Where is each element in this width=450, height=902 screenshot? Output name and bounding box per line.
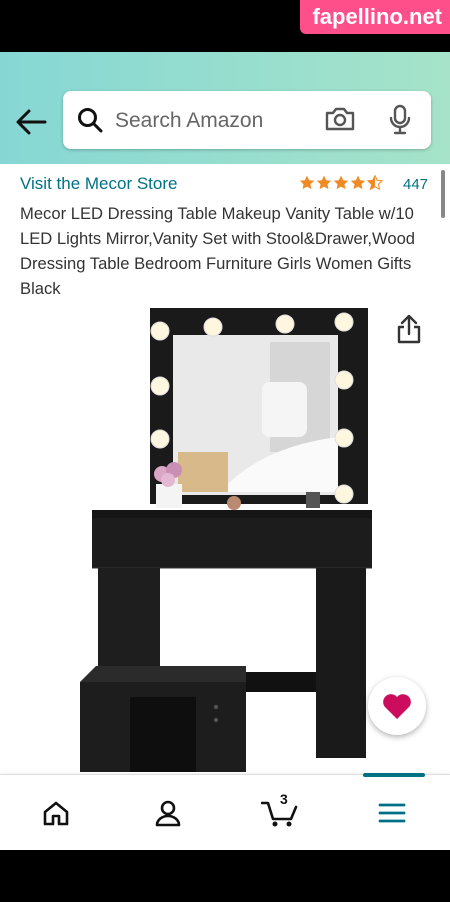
- rating-stars[interactable]: [299, 175, 383, 190]
- star-icon: [299, 175, 315, 190]
- drawer: [92, 518, 372, 568]
- star-icon: [333, 175, 349, 190]
- share-icon[interactable]: [396, 314, 422, 344]
- product-title: Mecor LED Dressing Table Makeup Vanity T…: [20, 204, 416, 298]
- scrollbar[interactable]: [441, 170, 445, 218]
- heart-icon: [383, 693, 411, 719]
- screen: Search Amazon Visit the Mecor Store 447 …: [0, 52, 450, 850]
- nav-menu[interactable]: [352, 775, 432, 850]
- header: Search Amazon: [0, 52, 450, 164]
- search-icon[interactable]: [77, 107, 103, 133]
- half-star-icon: [367, 175, 383, 190]
- account-icon: [155, 800, 181, 827]
- star-icon: [316, 175, 332, 190]
- nav-account[interactable]: [128, 775, 208, 850]
- wishlist-button[interactable]: [368, 677, 426, 735]
- home-icon: [43, 801, 69, 826]
- watermark: fapellino.net: [300, 0, 450, 34]
- camera-icon[interactable]: [324, 105, 356, 133]
- review-count[interactable]: 447: [403, 176, 428, 193]
- menu-icon: [378, 803, 406, 823]
- product-image[interactable]: [70, 302, 390, 772]
- nav-cart[interactable]: [240, 775, 320, 850]
- search-input[interactable]: Search Amazon: [115, 109, 263, 133]
- store-link[interactable]: Visit the Mecor Store: [20, 174, 177, 194]
- search-bar[interactable]: Search Amazon: [63, 91, 431, 149]
- back-arrow-icon[interactable]: [14, 107, 48, 137]
- bottom-nav: 3: [0, 773, 450, 850]
- nav-home[interactable]: [16, 775, 96, 850]
- microphone-icon[interactable]: [388, 104, 412, 136]
- star-icon: [350, 175, 366, 190]
- cart-count: 3: [280, 791, 288, 807]
